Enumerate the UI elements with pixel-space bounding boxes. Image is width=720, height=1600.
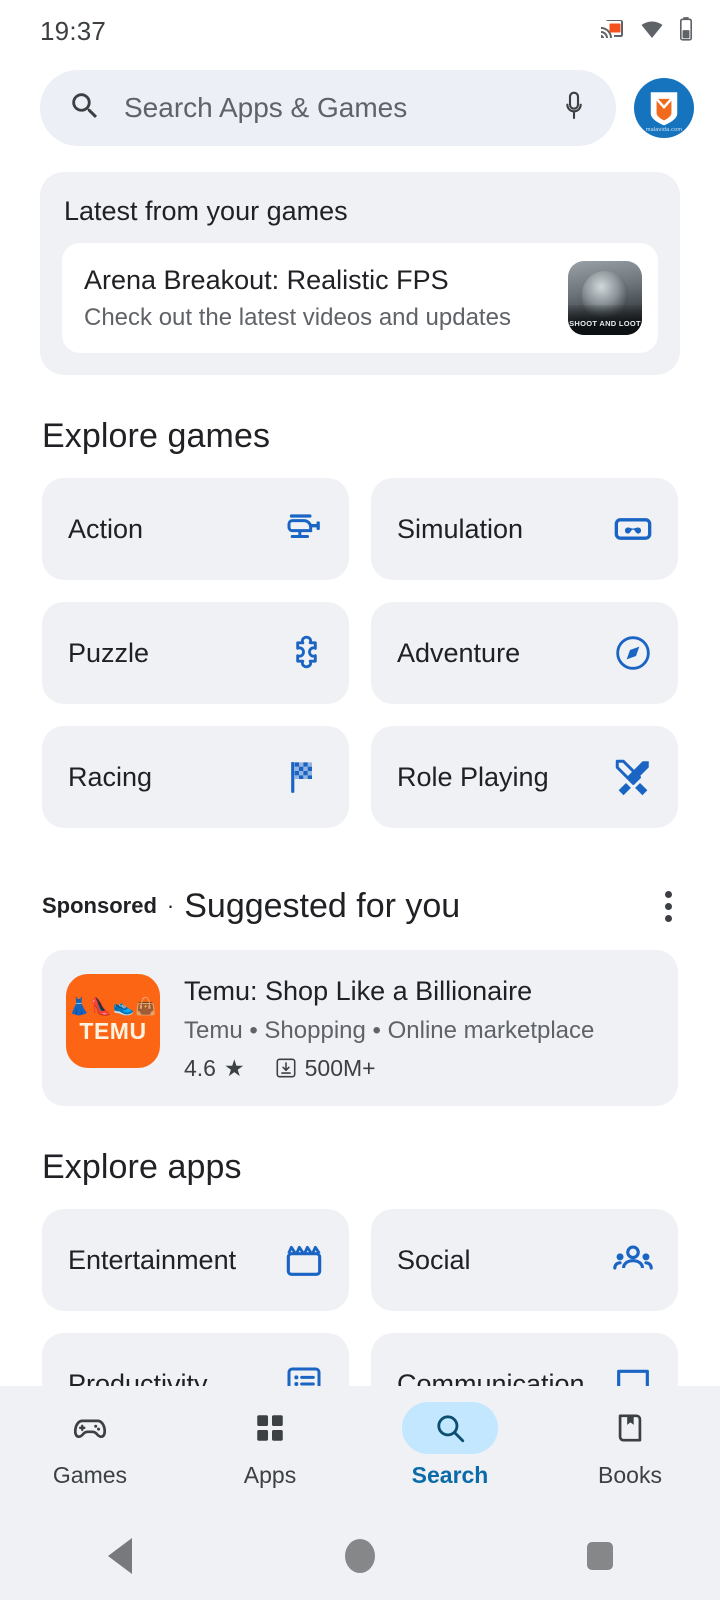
temu-icon-brand: TEMU: [79, 1017, 147, 1044]
crossed-swords-icon: [612, 756, 654, 798]
search-icon: [68, 89, 102, 128]
latest-game-texts: Arena Breakout: Realistic FPS Check out …: [84, 265, 554, 332]
more-vert-icon[interactable]: [646, 884, 690, 928]
category-tile-simulation[interactable]: Simulation: [371, 478, 678, 580]
search-input[interactable]: Search Apps & Games: [124, 92, 536, 124]
people-group-icon: [612, 1239, 654, 1281]
kebab-dot: [664, 914, 672, 922]
vr-cardboard-icon: [612, 508, 654, 550]
app-title: Temu: Shop Like a Billionaire: [184, 976, 533, 1006]
recents-square-icon: [587, 1542, 613, 1570]
explore-games-grid: Action Simulation Puzzle Adventure Racin…: [0, 478, 720, 828]
system-home-button[interactable]: [240, 1539, 480, 1573]
suggested-app-info: Temu: Shop Like a Billionaire Temu • Sho…: [184, 974, 654, 1082]
home-circle-icon: [345, 1539, 375, 1573]
clapperboard-icon: [283, 1239, 325, 1281]
latest-game-subtitle: Check out the latest videos and updates: [84, 303, 511, 331]
star-icon: ★: [223, 1055, 245, 1081]
bottom-nav-apps[interactable]: Apps: [180, 1402, 360, 1512]
status-icon-group: [598, 16, 694, 47]
latest-game-name: Arena Breakout: Realistic FPS: [84, 264, 449, 295]
temu-app-icon: 👗👠👟👜 TEMU: [66, 974, 160, 1068]
explore-games-heading: Explore games: [42, 417, 271, 455]
microphone-icon[interactable]: [558, 90, 590, 127]
compass-icon: [612, 632, 654, 674]
download-box-icon: [275, 1055, 297, 1082]
avatar-domain-label: malavida.com: [645, 127, 683, 133]
category-label: Adventure: [397, 637, 521, 668]
sponsored-separator: ·: [166, 893, 175, 918]
latest-from-games-title: Latest from your games: [64, 196, 348, 226]
bottom-nav-items: Games Apps Search Books: [0, 1386, 720, 1512]
category-label: Simulation: [397, 513, 524, 544]
search-icon: [402, 1402, 498, 1454]
sponsored-title: Suggested for you: [184, 886, 461, 925]
system-back-button[interactable]: [0, 1538, 240, 1574]
bottom-nav-search[interactable]: Search: [360, 1402, 540, 1512]
cast-icon: [598, 17, 626, 46]
battery-icon: [678, 16, 694, 47]
latest-game-thumbnail: SHOOT AND LOOT: [568, 261, 642, 335]
bottom-nav-label: Search: [411, 1462, 489, 1488]
category-label: Social: [397, 1244, 471, 1275]
app-rating: 4.6: [184, 1055, 216, 1081]
system-navigation-bar: [0, 1512, 720, 1600]
bottom-nav-games[interactable]: Games: [0, 1402, 180, 1512]
app-downloads: 500M+: [304, 1055, 376, 1081]
app-stats-row: 4.6 ★ 500M+: [184, 1055, 654, 1082]
category-label: Action: [68, 513, 144, 544]
category-label: Puzzle: [68, 637, 150, 668]
grid-apps-icon: [222, 1402, 318, 1454]
status-time: 19:37: [40, 15, 107, 46]
category-label: Role Playing: [397, 761, 549, 792]
back-triangle-icon: [108, 1538, 132, 1574]
system-recents-button[interactable]: [480, 1542, 720, 1570]
search-row: Search Apps & Games malavida.com: [0, 62, 720, 154]
temu-icon-glyphs: 👗👠👟👜: [68, 996, 158, 1016]
app-developer-line: Temu • Shopping • Online marketplace: [184, 1017, 595, 1044]
category-label: Racing: [68, 761, 153, 792]
status-bar: 19:37: [0, 0, 720, 62]
explore-apps-heading: Explore apps: [42, 1148, 242, 1186]
bottom-nav-books[interactable]: Books: [540, 1402, 720, 1512]
suggested-app-card[interactable]: 👗👠👟👜 TEMU Temu: Shop Like a Billionaire …: [42, 950, 678, 1106]
avatar[interactable]: malavida.com: [634, 78, 694, 138]
play-store-search-screen: 19:37 Search Apps & Games malavida.com L…: [0, 0, 720, 1600]
sponsored-tag: Sponsored: [42, 893, 157, 918]
book-bookmark-icon: [582, 1402, 678, 1454]
category-label: Entertainment: [68, 1244, 237, 1275]
checkered-flag-icon: [283, 756, 325, 798]
thumbnail-tagline: SHOOT AND LOOT: [569, 319, 641, 328]
bottom-navigation-bar: Games Apps Search Books: [0, 1386, 720, 1600]
search-bar[interactable]: Search Apps & Games: [40, 70, 616, 146]
category-tile-puzzle[interactable]: Puzzle: [42, 602, 349, 704]
category-tile-social[interactable]: Social: [371, 1209, 678, 1311]
latest-from-games-card: Latest from your games Arena Breakout: R…: [40, 172, 680, 375]
puzzle-piece-icon: [283, 632, 325, 674]
category-tile-entertainment[interactable]: Entertainment: [42, 1209, 349, 1311]
kebab-dot: [664, 890, 672, 898]
gamepad-icon: [42, 1402, 138, 1454]
wifi-icon: [639, 17, 665, 46]
category-tile-action[interactable]: Action: [42, 478, 349, 580]
scroll-content[interactable]: Search Apps & Games malavida.com Latest …: [0, 62, 720, 1448]
kebab-dot: [664, 902, 672, 910]
sponsored-header: Sponsored · Suggested for you: [0, 884, 720, 928]
bottom-nav-label: Games: [52, 1462, 128, 1488]
bottom-nav-label: Apps: [243, 1462, 297, 1488]
latest-game-item[interactable]: Arena Breakout: Realistic FPS Check out …: [62, 243, 658, 353]
category-tile-role-playing[interactable]: Role Playing: [371, 726, 678, 828]
bottom-nav-label: Books: [598, 1462, 662, 1488]
category-tile-racing[interactable]: Racing: [42, 726, 349, 828]
helicopter-icon: [283, 508, 325, 550]
category-tile-adventure[interactable]: Adventure: [371, 602, 678, 704]
